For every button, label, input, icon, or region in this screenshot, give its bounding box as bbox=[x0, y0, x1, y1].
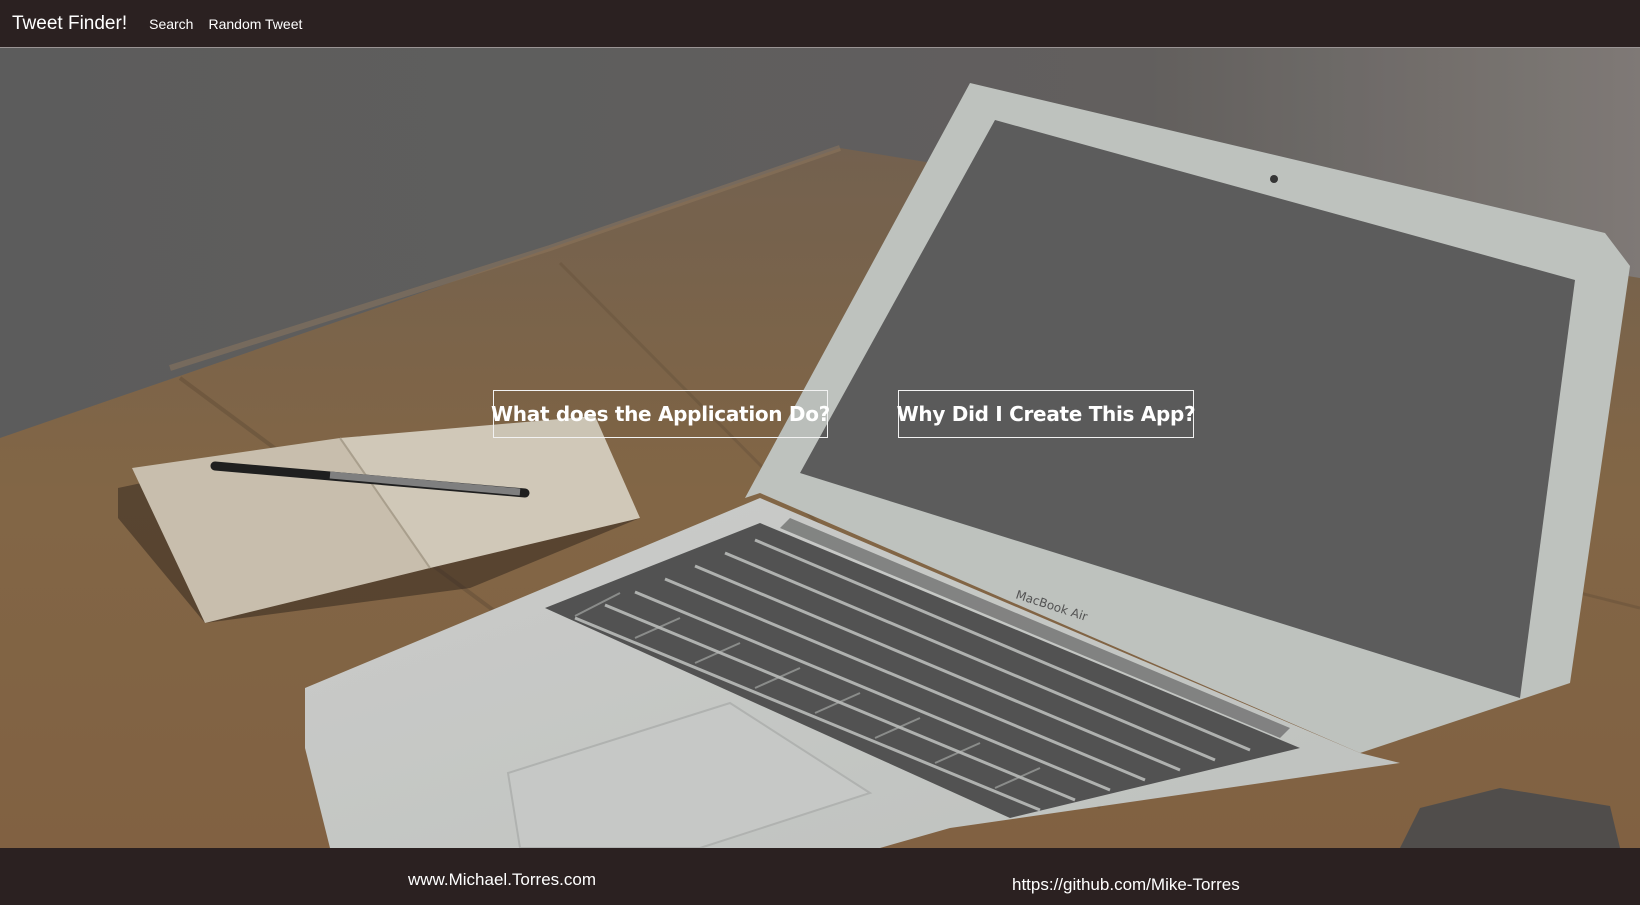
page: Tweet Finder! Search Random Tweet MacBoo… bbox=[0, 0, 1640, 905]
nav-random-tweet-link[interactable]: Random Tweet bbox=[208, 16, 302, 32]
footer-github-link[interactable]: https://github.com/Mike-Torres bbox=[1012, 875, 1240, 895]
top-navbar: Tweet Finder! Search Random Tweet bbox=[0, 0, 1640, 48]
brand-link[interactable]: Tweet Finder! bbox=[12, 13, 127, 35]
footer: www.Michael.Torres.com https://github.co… bbox=[0, 848, 1640, 905]
footer-website-link[interactable]: www.Michael.Torres.com bbox=[408, 870, 596, 890]
what-does-app-do-button[interactable]: What does the Application Do? bbox=[491, 390, 830, 438]
nav-search-link[interactable]: Search bbox=[149, 16, 193, 32]
why-create-app-button[interactable]: Why Did I Create This App? bbox=[897, 390, 1196, 438]
hero-background-image: MacBook Air bbox=[0, 48, 1640, 848]
hero-section: MacBook Air What does the Application Do… bbox=[0, 48, 1640, 848]
